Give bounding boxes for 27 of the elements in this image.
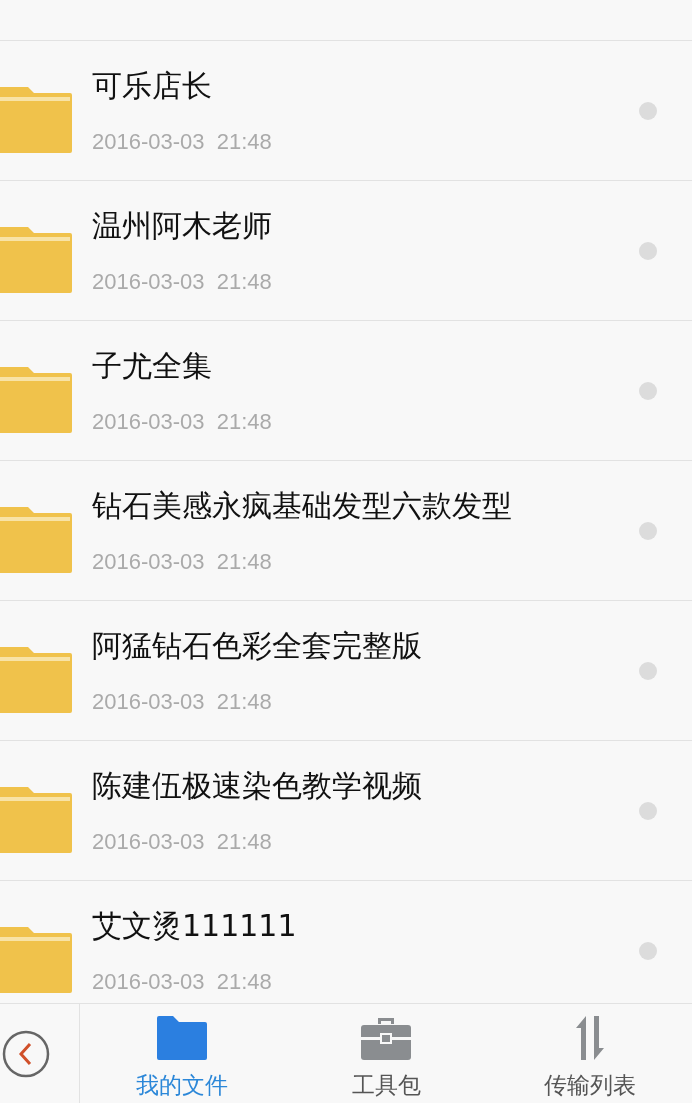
tab[interactable]: 传输列表 <box>488 1004 692 1103</box>
select-radio[interactable] <box>639 941 657 960</box>
folder-name[interactable]: 温州阿木老师 <box>92 206 639 247</box>
file-date: 2016-03-03 21:48 <box>92 969 273 995</box>
folder-icon <box>157 1016 207 1060</box>
select-radio[interactable] <box>639 801 657 820</box>
file-date: 2016-03-03 21:48 <box>92 269 273 295</box>
file-date: 2016-03-03 21:48 <box>92 409 273 435</box>
select-radio[interactable] <box>639 101 657 120</box>
folder-name[interactable]: 可乐店长 <box>92 66 639 107</box>
select-radio[interactable] <box>639 381 657 400</box>
file-date: 2016-03-03 21:48 <box>92 829 273 855</box>
file-date: 2016-03-03 21:48 <box>92 129 273 155</box>
folder-name[interactable]: 钻石美感永疯基础发型六款发型 <box>92 486 639 527</box>
tab[interactable]: 我的文件 <box>80 1004 284 1103</box>
file-date: 2016-03-03 21:48 <box>92 689 273 715</box>
tab[interactable]: 工具包 <box>284 1004 488 1103</box>
back-icon[interactable] <box>2 1029 50 1078</box>
folder-name[interactable]: 陈建伍极速染色教学视频 <box>92 766 639 807</box>
folder-name[interactable]: 阿猛钻石色彩全套完整版 <box>92 626 639 667</box>
select-radio[interactable] <box>639 241 657 260</box>
select-radio[interactable] <box>639 661 657 680</box>
folder-name[interactable]: 艾文烫111111 <box>92 906 639 947</box>
select-radio[interactable] <box>639 521 657 540</box>
file-date: 2016-03-03 21:48 <box>92 549 273 575</box>
toolbox-icon <box>361 1016 411 1060</box>
folder-name[interactable]: 子尤全集 <box>92 346 639 387</box>
